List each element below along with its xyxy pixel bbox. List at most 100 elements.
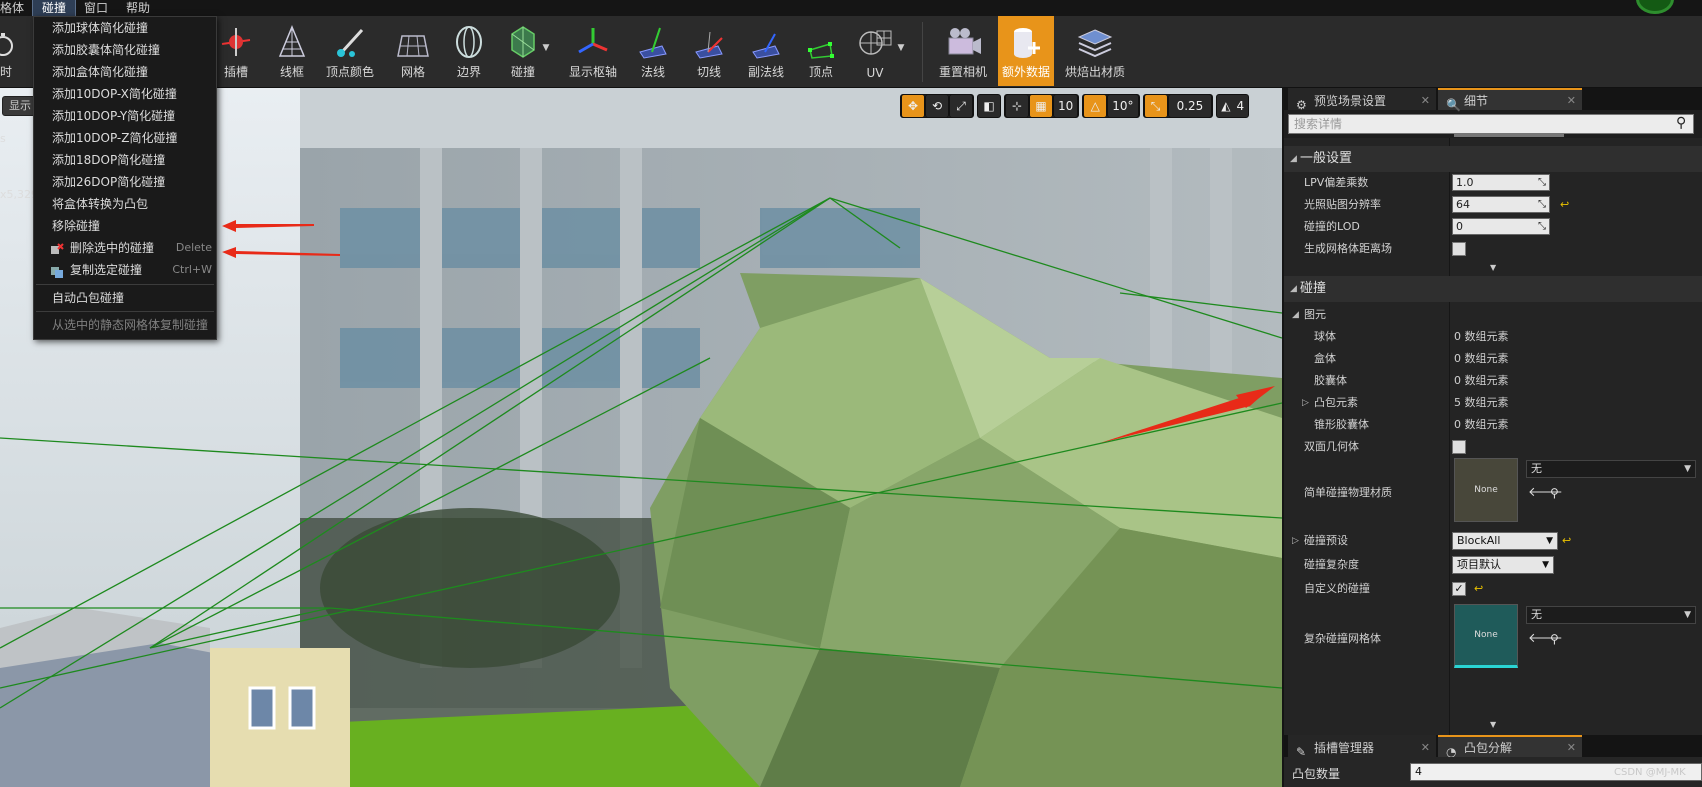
collision-complexity-dropdown[interactable]: 项目默认 ▼: [1452, 556, 1554, 574]
lpv-bias-field[interactable]: 1.0 ⤡: [1452, 174, 1550, 191]
phys-material-combo[interactable]: 无 ▼: [1526, 460, 1696, 478]
advanced-expand-icon[interactable]: ▼: [1490, 720, 1496, 729]
reset-to-default-icon[interactable]: ↩: [1474, 578, 1483, 600]
cube-icon: ◧: [983, 99, 995, 113]
rotation-snap-group: △ 10°: [1082, 94, 1140, 118]
menu-item-remove-collision[interactable]: 移除碰撞: [34, 215, 216, 237]
sockets-button[interactable]: 插槽: [216, 16, 256, 86]
menu-item-label: 添加盒体简化碰撞: [52, 65, 149, 79]
menu-item-add-box[interactable]: 添加盒体简化碰撞: [34, 61, 216, 83]
search-icon[interactable]: ⚲: [1676, 115, 1686, 131]
grid-snap-group: ⊹ ▦ 10: [1004, 94, 1080, 118]
complex-mesh-thumbnail[interactable]: None: [1454, 604, 1518, 668]
lightmap-resolution-field[interactable]: 64 ⤡: [1452, 196, 1550, 213]
scale-snap-toggle[interactable]: ⤡: [1143, 94, 1168, 118]
thumbnail-label: None: [1474, 630, 1498, 640]
menu-item-add-sphere[interactable]: 添加球体简化碰撞: [34, 17, 216, 39]
uv-dropdown-button[interactable]: ▼: [894, 16, 908, 86]
show-pivot-button[interactable]: 显示枢轴: [567, 16, 619, 86]
camera-speed-button[interactable]: ◭ 4: [1216, 94, 1250, 118]
tab-details[interactable]: 🔍 细节 ✕: [1438, 88, 1582, 112]
menu-item-add-10dop-z[interactable]: 添加10DOP-Z简化碰撞: [34, 127, 216, 149]
scale-mode-button[interactable]: ⤢: [949, 94, 973, 118]
menu-help[interactable]: 帮助: [117, 0, 159, 16]
collision-button[interactable]: 碰撞: [506, 16, 540, 86]
toolbar-label: 显示枢轴: [568, 65, 617, 79]
toolbar-label: 切线: [696, 65, 721, 79]
menu-mesh[interactable]: 格体: [0, 0, 33, 16]
property-row[interactable]: ◢ 图元: [1284, 304, 1702, 326]
property-label: 生成网格体距离场: [1304, 242, 1392, 255]
menu-item-copy-collision-from-selected[interactable]: 从选中的静态网格体复制碰撞: [34, 314, 216, 336]
browse-magnifier-icon[interactable]: ⚲: [1550, 482, 1559, 504]
property-row: 生成网格体距离场: [1284, 238, 1702, 260]
tab-preview-scene[interactable]: ⚙ 预览场景设置 ✕: [1288, 88, 1436, 112]
menu-item-add-10dop-y[interactable]: 添加10DOP-Y简化碰撞: [34, 105, 216, 127]
menu-item-auto-convex-collision[interactable]: 自动凸包碰撞: [34, 287, 216, 309]
property-label: 图元: [1304, 308, 1326, 321]
menu-item-convert-box-to-convex[interactable]: 将盒体转换为凸包: [34, 193, 216, 215]
category-collision[interactable]: ◢ 碰撞: [1284, 276, 1702, 302]
double-sided-checkbox[interactable]: [1452, 440, 1466, 454]
vertex-colors-button[interactable]: 顶点颜色: [322, 16, 378, 86]
property-row[interactable]: ▷ 凸包元素 5 数组元素: [1284, 392, 1702, 414]
lod-for-collision-field[interactable]: 0 ⤡: [1452, 218, 1550, 235]
menu-item-delete-selected-collision[interactable]: 删除选中的碰撞 Delete: [34, 237, 216, 259]
close-icon[interactable]: ✕: [1567, 737, 1576, 759]
menu-item-label: 添加球体简化碰撞: [52, 21, 149, 35]
coordinate-system-button[interactable]: ◧: [977, 94, 1001, 118]
normals-button[interactable]: 法线: [636, 16, 670, 86]
bottom-tabs: ✎ 插槽管理器 ✕ ◔ 凸包分解 ✕: [1284, 735, 1702, 759]
close-icon[interactable]: ✕: [1421, 737, 1430, 759]
grid-button[interactable]: 网格: [396, 16, 430, 86]
phys-material-thumbnail[interactable]: None: [1454, 458, 1518, 522]
reset-to-default-icon[interactable]: ↩: [1560, 194, 1569, 216]
details-search-input[interactable]: 搜索详情: [1288, 114, 1694, 134]
bake-materials-button[interactable]: 烘焙出材质: [1060, 16, 1130, 86]
menu-item-add-26dop[interactable]: 添加26DOP简化碰撞: [34, 171, 216, 193]
property-label: 胶囊体: [1314, 374, 1347, 387]
menu-item-add-10dop-x[interactable]: 添加10DOP-X简化碰撞: [34, 83, 216, 105]
reset-to-default-icon[interactable]: ↩: [1562, 530, 1571, 552]
collision-dropdown-button[interactable]: ▼: [540, 16, 552, 86]
binormals-button[interactable]: 副法线: [744, 16, 788, 86]
rotation-snap-toggle[interactable]: △: [1083, 94, 1108, 118]
distance-field-checkbox[interactable]: [1452, 242, 1466, 256]
browse-magnifier-icon[interactable]: ⚲: [1550, 628, 1559, 650]
rotation-snap-value[interactable]: 10°: [1107, 94, 1139, 118]
category-general[interactable]: ◢ 一般设置: [1284, 146, 1702, 172]
menu-collision[interactable]: 碰撞: [32, 0, 77, 17]
close-icon[interactable]: ✕: [1567, 90, 1576, 112]
uv-button[interactable]: UV: [856, 16, 894, 86]
complex-mesh-combo[interactable]: 无 ▼: [1526, 606, 1696, 624]
grid-snap-value[interactable]: 10: [1053, 94, 1079, 118]
menu-item-add-capsule[interactable]: 添加胶囊体简化碰撞: [34, 39, 216, 61]
menu-window[interactable]: 窗口: [75, 0, 117, 16]
toolbar-label: 顶点颜色: [325, 65, 374, 79]
grid-snap-toggle[interactable]: ▦: [1029, 94, 1053, 118]
expand-arrow-icon: ▷: [1302, 398, 1309, 408]
property-row[interactable]: ▷ 碰撞预设 BlockAll ▼ ↩: [1284, 530, 1702, 552]
clock-button[interactable]: 时: [0, 16, 18, 86]
vertices-button[interactable]: 顶点: [804, 16, 838, 86]
scrollbar-thumb[interactable]: [1454, 134, 1564, 137]
tangents-icon: [695, 31, 723, 59]
additional-data-button[interactable]: 额外数据: [998, 16, 1054, 86]
bounds-button[interactable]: 边界: [452, 16, 486, 86]
scale-snap-value[interactable]: 0.25: [1167, 94, 1213, 118]
surface-snap-button[interactable]: ⊹: [1005, 94, 1029, 118]
translate-mode-button[interactable]: ✥: [901, 94, 925, 118]
advanced-expand-icon[interactable]: ▼: [1490, 263, 1496, 272]
collision-preset-dropdown[interactable]: BlockAll ▼: [1452, 532, 1558, 550]
tab-convex-decomposition[interactable]: ◔ 凸包分解 ✕: [1438, 735, 1582, 759]
menu-item-duplicate-selected-collision[interactable]: 复制选定碰撞 Ctrl+W: [34, 259, 216, 281]
rotate-mode-button[interactable]: ⟲: [925, 94, 949, 118]
array-count: 0 数组元素: [1454, 418, 1509, 431]
menu-item-add-18dop[interactable]: 添加18DOP简化碰撞: [34, 149, 216, 171]
reset-camera-button[interactable]: 重置相机: [934, 16, 992, 86]
tab-socket-manager[interactable]: ✎ 插槽管理器 ✕: [1288, 735, 1436, 759]
customized-collision-checkbox[interactable]: ✓: [1452, 582, 1466, 596]
close-icon[interactable]: ✕: [1421, 90, 1430, 112]
tangents-button[interactable]: 切线: [692, 16, 726, 86]
wireframe-button[interactable]: 线框: [274, 16, 310, 86]
